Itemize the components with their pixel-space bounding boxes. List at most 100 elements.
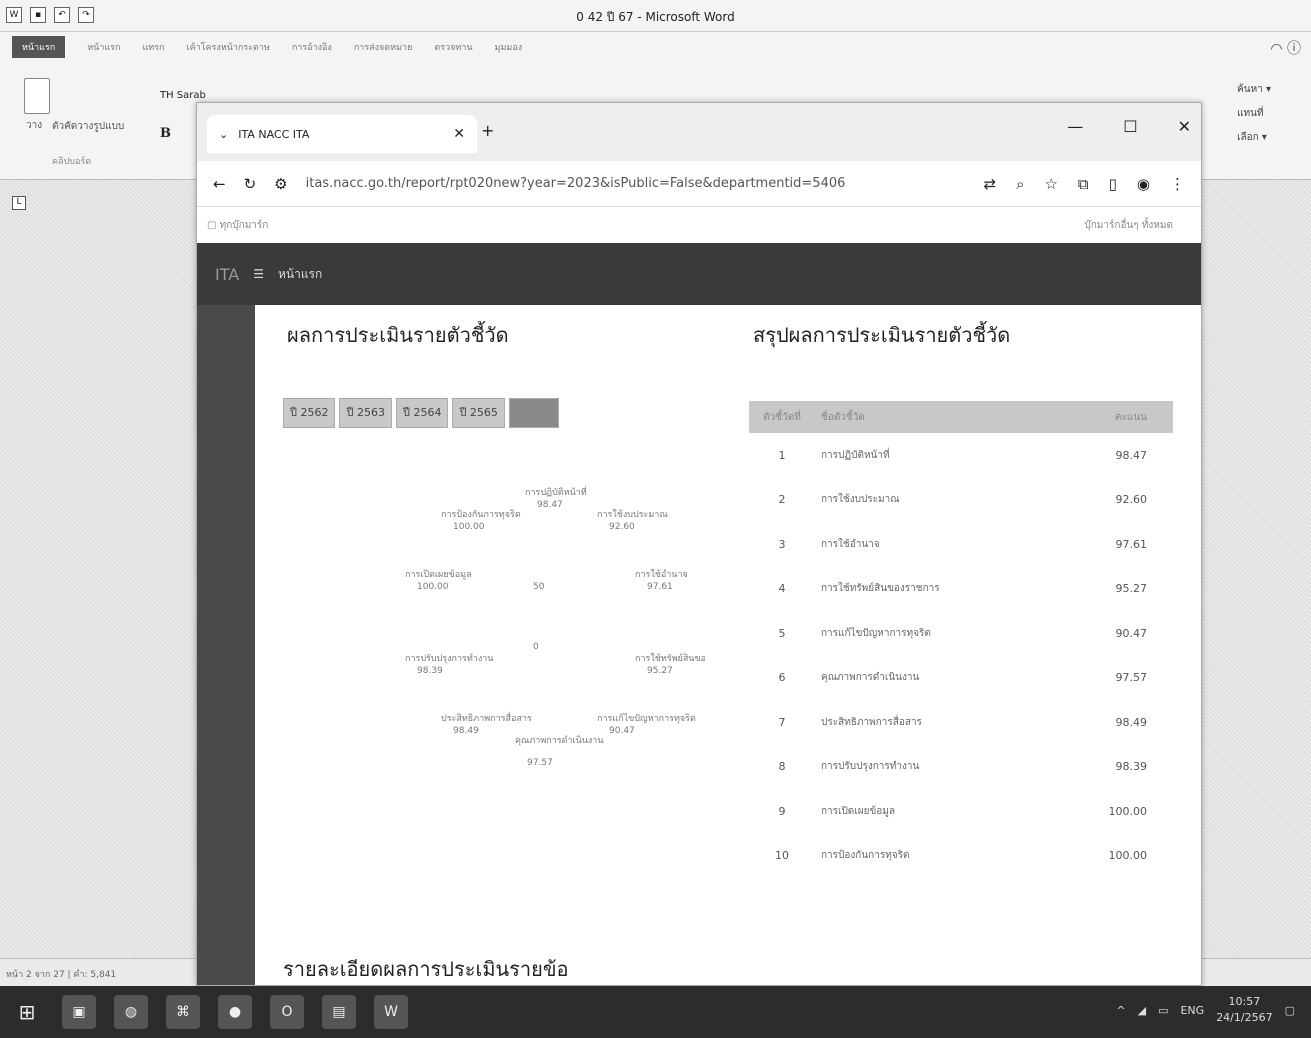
- other-bookmarks[interactable]: บุ๊กมาร์กอื่นๆ ทั้งหมด: [1084, 218, 1173, 233]
- chrome-icon[interactable]: ◍: [114, 995, 148, 1029]
- paste-icon[interactable]: [24, 78, 50, 114]
- indicator-name: ประสิทธิภาพการสื่อสาร: [821, 716, 922, 728]
- browser-tab[interactable]: ⌄ ITA NACC ITA ✕: [207, 115, 477, 153]
- year-button[interactable]: ปี 2565: [452, 398, 505, 428]
- indicator-score: 98.47: [1115, 448, 1148, 462]
- site-logo: ITA: [215, 264, 240, 284]
- zoom-icon[interactable]: ⌕: [1016, 175, 1024, 193]
- site-header: ITA ☰ หน้าแรก: [197, 243, 1201, 305]
- editing-group: ค้นหา ▾ แทนที่ เลือก ▾: [1237, 78, 1271, 150]
- year-buttons: ปี 2562 ปี 2563 ปี 2564 ปี 2565: [283, 398, 559, 428]
- table-row: 4 การใช้ทรัพย์สินของราชการ 95.27: [749, 567, 1173, 612]
- tab-home[interactable]: หน้าแรก: [87, 40, 120, 54]
- tab-list-icon[interactable]: ⌄: [219, 128, 228, 141]
- year-button-selected[interactable]: [508, 398, 559, 428]
- photos-icon[interactable]: ▣: [62, 995, 96, 1029]
- site-sidebar: [197, 305, 255, 985]
- site-menu-label[interactable]: หน้าแรก: [278, 265, 322, 284]
- new-tab-icon[interactable]: +: [481, 121, 494, 140]
- indicator-name: การใช้ทรัพย์สินของราชการ: [821, 583, 940, 595]
- column-header[interactable]: ชื่อตัวชี้วัด: [815, 401, 1093, 433]
- line-icon[interactable]: ●: [218, 995, 252, 1029]
- indicator-score: 97.61: [1115, 537, 1148, 551]
- tab-view[interactable]: มุมมอง: [495, 40, 523, 54]
- replace-button[interactable]: แทนที่: [1237, 102, 1271, 126]
- radar-label: การแก้ไขปัญหาการทุจริต 90.47: [597, 713, 696, 736]
- svg-text:คุณภาพการดำเนินงาน: คุณภาพการดำเนินงาน: [515, 735, 604, 746]
- maximize-icon[interactable]: ☐: [1123, 117, 1137, 136]
- clock-time: 10:57: [1228, 995, 1261, 1008]
- file-explorer-icon[interactable]: ▤: [322, 995, 356, 1029]
- bookmarks-bar: ▢ ทุกบุ๊กมาร์ก บุ๊กมาร์กอื่นๆ ทั้งหมด: [197, 207, 1201, 243]
- row-number: 5: [778, 626, 786, 640]
- row-number: 9: [778, 804, 786, 818]
- tab-mailings[interactable]: การส่งจดหมาย: [354, 40, 413, 54]
- radar-label: คุณภาพการดำเนินงาน 97.57: [515, 735, 604, 768]
- notification-icon[interactable]: ▢: [1285, 1004, 1295, 1017]
- bookmark-star-icon[interactable]: ☆: [1044, 175, 1057, 193]
- extensions-icon[interactable]: ⧉: [1078, 175, 1089, 193]
- tab-review[interactable]: ตรวจทาน: [434, 40, 472, 54]
- tab-stop-icon[interactable]: L: [12, 196, 26, 210]
- system-tray: ^ ◢ ▭ ENG 10:57 24/1/2567 ▢: [1116, 994, 1295, 1026]
- taskbar: ⊞ ▣ ◍ ⌘ ● O ▤ W ^ ◢ ▭ ENG 10:57 24/1/256…: [0, 986, 1311, 1038]
- year-button[interactable]: ปี 2562: [283, 398, 336, 428]
- year-button[interactable]: ปี 2563: [339, 398, 392, 428]
- pdf-icon[interactable]: ⌘: [166, 995, 200, 1029]
- year-button[interactable]: ปี 2564: [395, 398, 449, 428]
- tab-insert[interactable]: แทรก: [142, 40, 164, 54]
- svg-text:100.00: 100.00: [417, 582, 449, 592]
- bookmark-left[interactable]: ทุกบุ๊กมาร์ก: [220, 218, 269, 233]
- select-button[interactable]: เลือก ▾: [1237, 126, 1271, 150]
- site-settings-icon[interactable]: ⚙: [274, 175, 287, 193]
- find-button[interactable]: ค้นหา ▾: [1237, 78, 1271, 102]
- table-row: 3 การใช้อำนาจ 97.61: [749, 522, 1173, 567]
- indicator-name: การเปิดเผยข้อมูล: [821, 805, 895, 817]
- column-header[interactable]: ตัวชี้วัดที่: [749, 401, 815, 433]
- translate-icon[interactable]: ⇄: [983, 175, 996, 193]
- radar-tick: 50: [533, 582, 545, 592]
- indicator-score: 100.00: [1108, 804, 1148, 818]
- opera-icon[interactable]: O: [270, 995, 304, 1029]
- svg-text:95.27: 95.27: [647, 666, 673, 676]
- font-name-select[interactable]: TH Sarab: [160, 90, 206, 101]
- url-field[interactable]: itas.nacc.go.th/report/rpt020new?year=20…: [306, 176, 966, 191]
- svg-text:การแก้ไขปัญหาการทุจริต: การแก้ไขปัญหาการทุจริต: [597, 713, 696, 724]
- row-number: 1: [778, 448, 786, 462]
- indicator-score: 97.57: [1115, 671, 1148, 685]
- word-titlebar: W ▪ ↶ ↷ 0 42 ปี 67 - Microsoft Word: [0, 0, 1311, 32]
- svg-text:98.39: 98.39: [417, 666, 443, 676]
- reload-icon[interactable]: ↻: [244, 175, 257, 193]
- tab-references[interactable]: การอ้างอิง: [292, 40, 332, 54]
- svg-text:การใช้อำนาจ: การใช้อำนาจ: [635, 569, 688, 580]
- table-row: 1 การปฏิบัติหน้าที่ 98.47: [749, 433, 1173, 478]
- hamburger-icon[interactable]: ☰: [253, 267, 264, 281]
- chevron-up-icon[interactable]: ^: [1116, 1004, 1125, 1017]
- column-header[interactable]: คะแนน: [1093, 401, 1173, 433]
- wifi-icon[interactable]: ◢: [1138, 1004, 1146, 1017]
- back-icon[interactable]: ←: [213, 175, 226, 193]
- svg-text:97.61: 97.61: [647, 582, 673, 592]
- language-indicator[interactable]: ENG: [1180, 1004, 1204, 1017]
- bookmark-folder-icon[interactable]: ▢: [207, 220, 220, 231]
- tab-file[interactable]: หน้าแรก: [12, 36, 66, 58]
- tab-layout[interactable]: เค้าโครงหน้ากระดาษ: [187, 40, 270, 54]
- browser-window: ⌄ ITA NACC ITA ✕ + — ☐ ✕ ← ↻ ⚙ itas.nacc…: [196, 102, 1202, 986]
- radar-chart: 50 0 การปฏิบัติหน้าที่ 98.47 การใช้งบประม…: [405, 485, 705, 768]
- menu-icon[interactable]: ⋮: [1170, 175, 1185, 193]
- clock[interactable]: 10:57 24/1/2567: [1216, 994, 1272, 1026]
- bold-button[interactable]: B: [160, 126, 171, 141]
- profile-icon[interactable]: ◉: [1137, 175, 1150, 193]
- minimize-icon[interactable]: —: [1067, 117, 1083, 136]
- svg-text:การใช้ทรัพย์สินของราชการ: การใช้ทรัพย์สินของราชการ: [635, 652, 705, 664]
- battery-icon[interactable]: ▭: [1158, 1004, 1168, 1017]
- sidepanel-icon[interactable]: ▯: [1109, 175, 1117, 193]
- table-row: 9 การเปิดเผยข้อมูล 100.00: [749, 789, 1173, 834]
- start-icon[interactable]: ⊞: [10, 995, 44, 1029]
- close-window-icon[interactable]: ✕: [1178, 117, 1191, 136]
- summary-table: ตัวชี้วัดที่ ชื่อตัวชี้วัด คะแนน 1 การปฏิ…: [749, 401, 1173, 878]
- indicator-name: การป้องกันการทุจริต: [821, 850, 910, 862]
- close-tab-icon[interactable]: ✕: [453, 126, 465, 142]
- word-taskbar-icon[interactable]: W: [374, 995, 408, 1029]
- help-icon[interactable]: ◠ ⓘ: [1270, 38, 1301, 58]
